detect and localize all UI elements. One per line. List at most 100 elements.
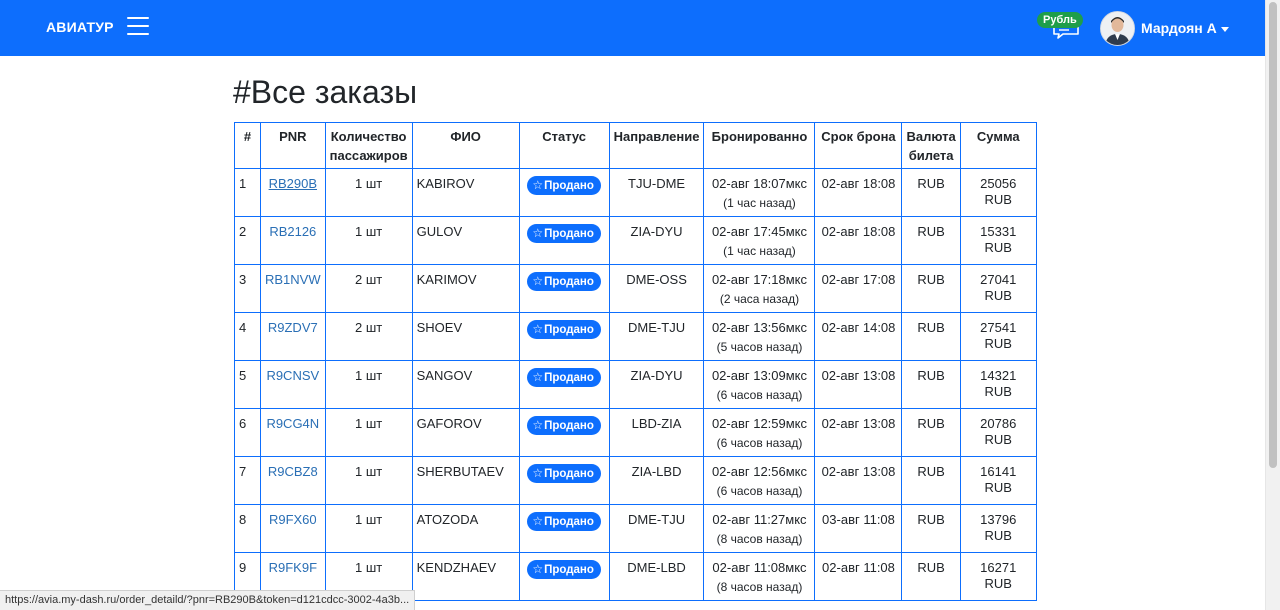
booked-cell: 02-авг 17:18мкс (2 часа назад) (703, 264, 816, 313)
booked-cell: 02-авг 12:59мкс (6 часов назад) (703, 408, 816, 457)
table-row: 1 RB290B 1 шт KABIROV ☆Продано TJU-DME 02-авг … (234, 168, 1037, 217)
pnr-cell: R9FX60 (260, 504, 326, 553)
table-row: 4 R9ZDV7 2 шт SHOEV ☆Продано DME-TJU 02-авг 13… (234, 312, 1037, 361)
booked-cell: 02-авг 18:07мкс (1 час назад) (703, 168, 816, 217)
booked-cell: 02-авг 17:45мкс (1 час назад) (703, 216, 816, 265)
status-cell: ☆Продано (518, 360, 610, 409)
booking-expiry: 02-авг 13:08 (814, 408, 903, 457)
header-name: ФИО (411, 122, 520, 169)
booked-time: 02-авг 11:27мкс (712, 512, 807, 527)
status-label: Продано (544, 276, 594, 288)
amount: 14321 RUB (959, 360, 1037, 409)
booked-ago: (6 часов назад) (716, 436, 803, 450)
passenger-count: 1 шт (324, 216, 413, 265)
brand-logo[interactable]: АВИАТУР (46, 19, 114, 35)
pnr-link[interactable]: R9CNSV (266, 368, 319, 383)
route: DME-TJU (608, 504, 705, 553)
header-status: Статус (518, 122, 610, 169)
table-row: 5 R9CNSV 1 шт SANGOV ☆Продано ZIA-DYU 02-авг 1… (234, 360, 1037, 409)
ticket-currency: RUB (901, 312, 961, 361)
status-cell: ☆Продано (518, 264, 610, 313)
pnr-cell: R9CNSV (260, 360, 326, 409)
browser-status-bar: https://avia.my-dash.ru/order_detaild/?p… (0, 590, 416, 610)
pnr-link[interactable]: RB290B (269, 176, 317, 191)
ticket-currency: RUB (901, 264, 961, 313)
header-pnr: PNR (260, 122, 326, 169)
booked-time: 02-авг 11:08мкс (712, 560, 807, 575)
booked-cell: 02-авг 11:08мкс (8 часов назад) (703, 552, 816, 601)
row-number: 2 (234, 216, 261, 265)
ticket-currency: RUB (901, 168, 961, 217)
status-badge: ☆Продано (527, 560, 601, 579)
booking-expiry: 02-авг 18:08 (814, 216, 903, 265)
booked-cell: 02-авг 13:56мкс (5 часов назад) (703, 312, 816, 361)
pnr-cell: R9CG4N (260, 408, 326, 457)
status-label: Продано (544, 420, 594, 432)
pnr-link[interactable]: R9CG4N (266, 416, 319, 431)
route: DME-LBD (608, 552, 705, 601)
amount: 13796 RUB (959, 504, 1037, 553)
passenger-name: ATOZODA (411, 504, 520, 553)
star-icon: ☆ (532, 514, 544, 528)
chevron-down-icon (1220, 26, 1229, 32)
status-label: Продано (544, 180, 594, 192)
row-number: 3 (234, 264, 261, 313)
status-badge: ☆Продано (527, 176, 601, 195)
status-badge: ☆Продано (527, 224, 601, 243)
booking-expiry: 02-авг 13:08 (814, 360, 903, 409)
status-badge: ☆Продано (527, 512, 601, 531)
status-label: Продано (544, 372, 594, 384)
status-badge: ☆Продано (527, 272, 601, 291)
currency-label: Рубль (1037, 12, 1083, 28)
scrollbar-thumb[interactable] (1269, 2, 1277, 468)
table-row: 6 R9CG4N 1 шт GAFOROV ☆Продано LBD-ZIA 02-авг … (234, 408, 1037, 457)
booked-ago: (1 час назад) (723, 196, 796, 210)
row-number: 6 (234, 408, 261, 457)
header-amount: Сумма (959, 122, 1037, 169)
user-name: Мардоян А (1141, 20, 1217, 36)
amount: 16141 RUB (959, 456, 1037, 505)
booking-expiry: 02-авг 14:08 (814, 312, 903, 361)
pnr-link[interactable]: R9ZDV7 (268, 320, 318, 335)
ticket-currency: RUB (901, 360, 961, 409)
passenger-name: SANGOV (411, 360, 520, 409)
star-icon: ☆ (532, 178, 544, 192)
status-label: Продано (544, 324, 594, 336)
amount: 15331 RUB (959, 216, 1037, 265)
booked-ago: (8 часов назад) (716, 580, 803, 594)
pnr-link[interactable]: R9FX60 (269, 512, 317, 527)
booked-ago: (1 час назад) (723, 244, 796, 258)
pnr-link[interactable]: RB2126 (269, 224, 316, 239)
status-cell: ☆Продано (518, 408, 610, 457)
page-title: #Все заказы (233, 74, 418, 110)
passenger-name: KARIMOV (411, 264, 520, 313)
amount: 27041 RUB (959, 264, 1037, 313)
route: ZIA-LBD (608, 456, 705, 505)
pnr-link[interactable]: R9CBZ8 (268, 464, 318, 479)
pnr-link[interactable]: R9FK9F (269, 560, 317, 575)
passenger-count: 1 шт (324, 504, 413, 553)
menu-toggle-icon[interactable] (127, 17, 149, 37)
currency-selector[interactable]: Рубль (1037, 12, 1083, 40)
ticket-currency: RUB (901, 552, 961, 601)
amount: 27541 RUB (959, 312, 1037, 361)
page-scrollbar[interactable] (1265, 0, 1280, 610)
booked-cell: 02-авг 13:09мкс (6 часов назад) (703, 360, 816, 409)
row-number: 8 (234, 504, 261, 553)
pnr-cell: R9ZDV7 (260, 312, 326, 361)
ticket-currency: RUB (901, 408, 961, 457)
row-number: 5 (234, 360, 261, 409)
booked-ago: (6 часов назад) (716, 388, 803, 402)
user-menu[interactable]: Мардоян А (1100, 10, 1229, 46)
ticket-currency: RUB (901, 504, 961, 553)
status-cell: ☆Продано (518, 456, 610, 505)
status-label: Продано (544, 564, 594, 576)
header-booked: Бронированно (703, 122, 816, 169)
star-icon: ☆ (532, 562, 544, 576)
avatar (1100, 10, 1135, 46)
pnr-link[interactable]: RB1NVW (265, 272, 321, 287)
status-label: Продано (544, 516, 594, 528)
booking-expiry: 02-авг 17:08 (814, 264, 903, 313)
amount: 25056 RUB (959, 168, 1037, 217)
booked-ago: (5 часов назад) (716, 340, 803, 354)
